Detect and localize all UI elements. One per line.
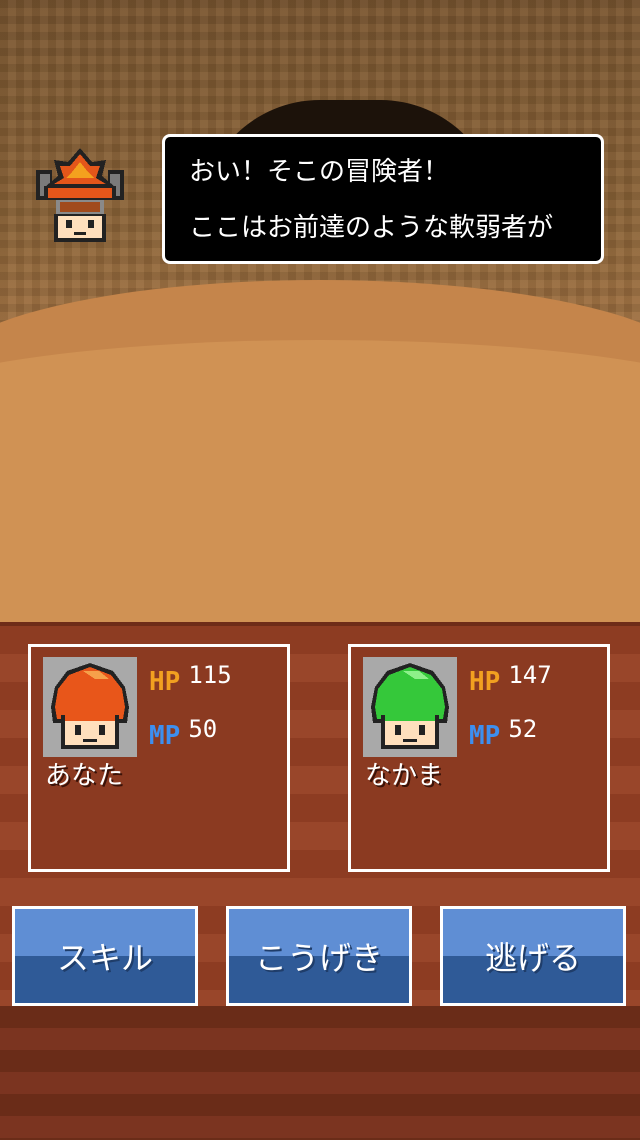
- companion-hp: HP 147: [469, 661, 552, 697]
- attack-button[interactable]: こうげき: [226, 906, 412, 1006]
- dialog-line-2: ここはお前達のような軟弱者が: [189, 213, 554, 243]
- hp-label: HP: [149, 667, 181, 697]
- party-card-player[interactable]: HP 115 MP 50 あなた: [28, 644, 290, 872]
- companion-name: なかま: [365, 761, 444, 791]
- enemy-sprite[interactable]: [30, 148, 130, 248]
- player-hp: HP 115: [149, 661, 232, 697]
- dialog-line-1: おい！そこの冒険者！: [189, 157, 450, 187]
- battle-scene: おい！そこの冒険者！ ここはお前達のような軟弱者が: [0, 0, 640, 622]
- player-mp: MP 50: [149, 715, 218, 751]
- companion-portrait: [363, 657, 457, 757]
- hp-value: 147: [508, 661, 552, 689]
- hp-label: HP: [469, 667, 501, 697]
- companion-mp: MP 52: [469, 715, 538, 751]
- mp-value: 50: [188, 715, 218, 743]
- dialog-box[interactable]: おい！そこの冒険者！ ここはお前達のような軟弱者が: [162, 134, 604, 264]
- mp-label: MP: [469, 721, 501, 751]
- skill-button[interactable]: スキル: [12, 906, 198, 1006]
- hp-value: 115: [188, 661, 232, 689]
- panel-floor: [0, 1006, 640, 1140]
- player-name: あなた: [45, 761, 124, 791]
- party-card-companion[interactable]: HP 147 MP 52 なかま: [348, 644, 610, 872]
- player-portrait: [43, 657, 137, 757]
- mp-label: MP: [149, 721, 181, 751]
- sand-dune-front: [0, 340, 640, 622]
- battle-menu-panel: HP 115 MP 50 あなた HP 147 MP 52 なかま スキル こう…: [0, 622, 640, 1140]
- flee-button[interactable]: 逃げる: [440, 906, 626, 1006]
- mp-value: 52: [508, 715, 538, 743]
